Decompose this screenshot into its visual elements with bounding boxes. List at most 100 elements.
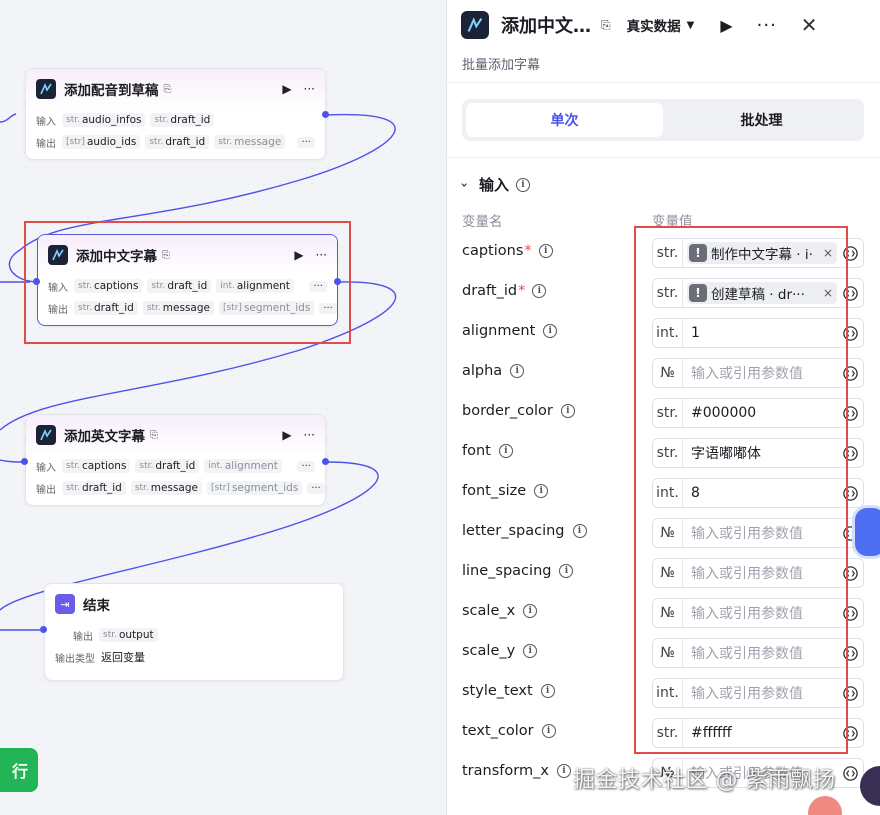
- info-icon[interactable]: i: [532, 284, 547, 298]
- param-name: style_text i: [462, 683, 555, 699]
- end-output-row: 输出 str. output: [45, 624, 343, 646]
- chevron-down-icon[interactable]: ▼: [687, 20, 695, 31]
- plugin-logo-icon: [461, 11, 489, 39]
- node-header: 添加配音到草稿 ⎘ ▶ ···: [26, 69, 325, 109]
- info-icon[interactable]: i: [572, 524, 587, 538]
- param-name: transform_x i: [462, 763, 571, 779]
- output-chip: [str] segment_ids: [207, 481, 303, 495]
- param-name-label: scale_y: [462, 643, 516, 659]
- input-chip: str. draft_id: [135, 459, 200, 473]
- required-mark: *: [518, 283, 526, 299]
- info-icon[interactable]: i: [534, 484, 549, 498]
- node-port[interactable]: [322, 111, 329, 118]
- tab-batch[interactable]: 批处理: [663, 103, 860, 137]
- node-port[interactable]: [40, 626, 47, 633]
- param-name: line_spacing i: [462, 563, 574, 579]
- tab-single[interactable]: 单次: [466, 103, 663, 137]
- more-outputs-chip[interactable]: ···: [297, 136, 315, 148]
- param-name: letter_spacing i: [462, 523, 587, 539]
- doc-icon: ⎘: [163, 83, 172, 95]
- reference-variable-icon[interactable]: [837, 759, 863, 787]
- node-port[interactable]: [21, 458, 28, 465]
- run-icon[interactable]: ▶: [720, 16, 732, 35]
- output-chip: str. message: [214, 135, 286, 149]
- end-icon: ⇥: [55, 594, 75, 614]
- param-name: alpha i: [462, 363, 525, 379]
- node-add-audio[interactable]: 添加配音到草稿 ⎘ ▶ ··· 输入 str. audio_infos str. d…: [25, 68, 326, 160]
- param-name-label: alpha: [462, 363, 503, 379]
- info-icon[interactable]: i: [541, 724, 556, 738]
- node-title: 添加英文字幕: [64, 429, 145, 445]
- info-icon[interactable]: i: [540, 684, 555, 698]
- doc-icon[interactable]: ⎘: [601, 18, 611, 33]
- output-type-label: 输出类型: [55, 653, 95, 665]
- more-icon[interactable]: ···: [304, 428, 315, 442]
- chevron-icon[interactable]: ›: [457, 182, 471, 187]
- info-icon[interactable]: i: [515, 177, 530, 192]
- param-name: scale_x i: [462, 603, 538, 619]
- info-icon[interactable]: i: [543, 324, 558, 338]
- selection-highlight: [24, 221, 351, 344]
- node-outputs: 输出 str. draft_id str. message [str] segment…: [26, 477, 325, 499]
- info-icon[interactable]: i: [523, 644, 538, 658]
- info-icon[interactable]: i: [560, 404, 575, 418]
- panel-header: 添加中文… ⎘ 真实数据 ▼ ▶ ··· ✕: [447, 0, 880, 50]
- info-icon[interactable]: i: [510, 364, 525, 378]
- output-chip: str. message: [130, 481, 202, 495]
- param-name-label: font: [462, 443, 491, 459]
- end-output-type-row: 输出类型 返回变量: [45, 646, 343, 668]
- param-name: font i: [462, 443, 513, 459]
- output-chip: str. output: [99, 628, 158, 642]
- param-name: scale_y i: [462, 643, 538, 659]
- node-add-en-subtitle[interactable]: 添加英文字幕 ⎘ ▶ ··· 输入 str. captions str. draft…: [25, 414, 326, 506]
- node-title: 添加配音到草稿: [64, 83, 159, 99]
- output-chip: [str] audio_ids: [62, 135, 141, 149]
- input-chip: int. alignment: [204, 459, 282, 473]
- panel-title[interactable]: 添加中文…: [501, 12, 591, 38]
- param-name-label: captions: [462, 243, 524, 259]
- input-chip: str. captions: [62, 459, 131, 473]
- divider: [447, 157, 880, 158]
- param-name: border_color i: [462, 403, 575, 419]
- param-name-label: letter_spacing: [462, 523, 565, 539]
- data-mode-select[interactable]: 真实数据: [627, 15, 681, 35]
- divider: [447, 82, 880, 83]
- node-outputs: 输出 [str] audio_ids str. draft_id str. messa…: [26, 131, 325, 153]
- param-name-label: text_color: [462, 723, 534, 739]
- more-icon[interactable]: ···: [304, 82, 315, 96]
- required-mark: *: [524, 243, 532, 259]
- side-widget[interactable]: [855, 508, 880, 556]
- run-node-icon[interactable]: ▶: [282, 82, 291, 96]
- node-end[interactable]: ⇥ 结束 输出 str. output 输出类型 返回变量: [44, 583, 344, 681]
- param-name-label: font_size: [462, 483, 527, 499]
- output-label: 输出: [73, 631, 93, 643]
- output-chip: str. draft_id: [62, 481, 126, 495]
- param-name: captions * i: [462, 243, 553, 259]
- info-icon[interactable]: i: [538, 244, 553, 258]
- more-outputs-chip[interactable]: ···: [307, 482, 325, 494]
- info-icon[interactable]: i: [498, 444, 513, 458]
- input-section-header[interactable]: › 输入 i: [457, 174, 530, 195]
- output-label: 输出: [36, 484, 56, 496]
- run-node-icon[interactable]: ▶: [282, 428, 291, 442]
- param-name-label: border_color: [462, 403, 553, 419]
- info-icon[interactable]: i: [559, 564, 574, 578]
- more-inputs-chip[interactable]: ···: [297, 460, 315, 472]
- info-icon[interactable]: i: [556, 764, 571, 778]
- param-name-label: style_text: [462, 683, 533, 699]
- param-name-label: scale_x: [462, 603, 516, 619]
- param-name-label: transform_x: [462, 763, 549, 779]
- run-button[interactable]: 行: [0, 748, 38, 792]
- workflow-canvas[interactable]: 添加配音到草稿 ⎘ ▶ ··· 输入 str. audio_infos str. d…: [0, 0, 446, 815]
- input-label: 输入: [36, 116, 56, 128]
- close-icon[interactable]: ✕: [801, 13, 818, 37]
- info-icon[interactable]: i: [523, 604, 538, 618]
- node-port[interactable]: [322, 458, 329, 465]
- param-name: draft_id * i: [462, 283, 547, 299]
- node-inputs: 输入 str. audio_infos str. draft_id: [26, 109, 325, 131]
- output-label: 输出: [36, 138, 56, 150]
- more-icon[interactable]: ···: [757, 15, 777, 36]
- plugin-logo-icon: [36, 79, 56, 99]
- col-header-name: 变量名: [462, 214, 503, 230]
- watermark: 掘金技术社区 @ 紫雨飘扬: [573, 768, 836, 793]
